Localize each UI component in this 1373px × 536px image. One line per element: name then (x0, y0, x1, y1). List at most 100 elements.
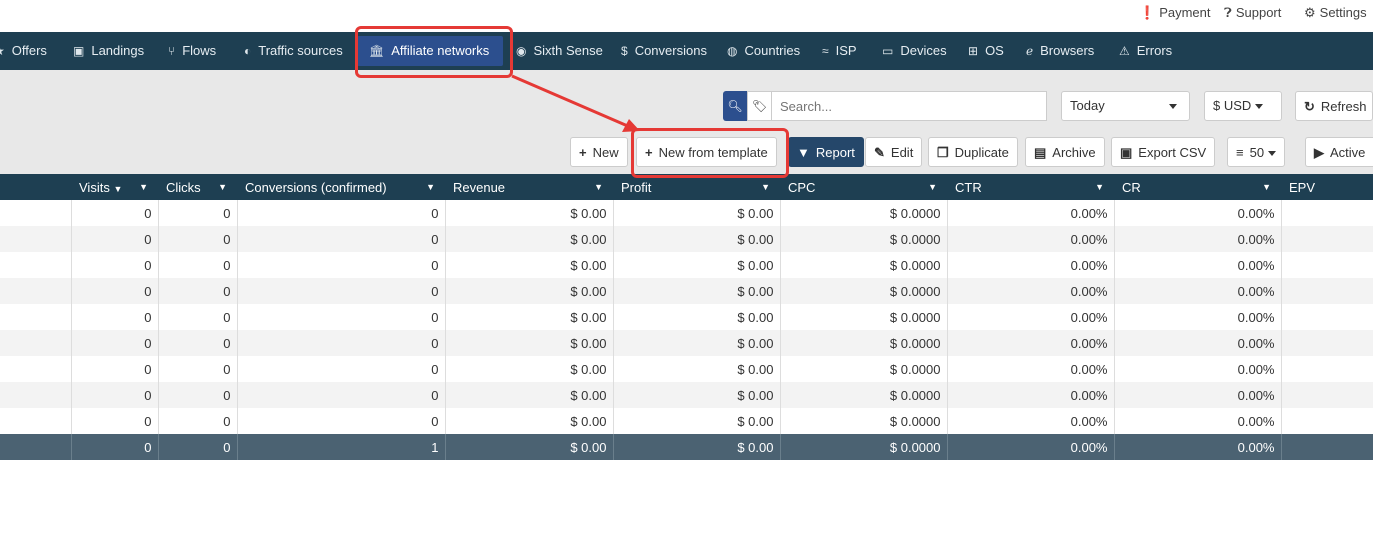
table-cell: $ 0.00 (613, 304, 781, 330)
col-header-ctr[interactable]: CTR ▼ (947, 174, 1114, 200)
table-cell: $ 0.00 (445, 304, 614, 330)
nav-errors[interactable]: ⚠︎ Errors (1119, 32, 1172, 70)
list-icon: ≡ (1236, 145, 1244, 160)
nav-traffic-sources-label: Traffic sources (258, 43, 343, 58)
filter-icon[interactable]: ▼ (218, 182, 227, 192)
table-cell: 0 (71, 356, 159, 382)
col-header-clicks[interactable]: Clicks ▼ (158, 174, 237, 200)
table-row[interactable]: 0 0 0 $ 0.00 $ 0.00 $ 0.0000 0.00% 0.00% (0, 382, 1373, 408)
table-cell: 0.00% (1114, 252, 1282, 278)
filter-icon[interactable]: ▼ (761, 182, 770, 192)
table-cell: 0 (158, 200, 238, 226)
table-cell: $ 0.00 (445, 408, 614, 434)
duplicate-button[interactable]: ❐ Duplicate (928, 137, 1018, 167)
archive-button[interactable]: ▤ Archive (1025, 137, 1105, 167)
table-cell: $ 0.0000 (780, 304, 948, 330)
new-button[interactable]: + New (570, 137, 628, 167)
table-cell: 0.00% (947, 408, 1115, 434)
search-button[interactable]: 🔍︎ (723, 91, 747, 121)
settings-link[interactable]: ⚙ Settings (1304, 5, 1367, 21)
nav-traffic-sources[interactable]: ◐ Traffic sources (244, 32, 343, 70)
table-cell: 0.00% (1114, 226, 1282, 252)
highlight-affiliate-networks (355, 26, 513, 78)
table-cell: 0 (71, 434, 159, 460)
edit-label: Edit (890, 145, 914, 160)
table-cell: 0.00% (947, 200, 1115, 226)
cell-name (0, 226, 72, 252)
nav-countries[interactable]: ◍ Countries (727, 32, 800, 70)
payment-link[interactable]: ❗ Payment (1139, 5, 1211, 21)
header-label: CPC (788, 179, 816, 195)
filter-icon[interactable]: ▼ (928, 182, 937, 192)
col-name-header[interactable] (0, 174, 71, 200)
nav-landings[interactable]: ▣ Landings (73, 32, 144, 70)
alert-icon: ❗ (1139, 5, 1156, 20)
report-button[interactable]: ▼ Report (788, 137, 864, 167)
table-cell: 0.00% (1114, 382, 1282, 408)
table-cell: $ 0.0000 (780, 382, 948, 408)
table-cell: 0.00% (947, 356, 1115, 382)
table-row[interactable]: 0 0 0 $ 0.00 $ 0.00 $ 0.0000 0.00% 0.00% (0, 252, 1373, 278)
export-csv-button[interactable]: ▣ Export CSV (1111, 137, 1216, 167)
header-label: Profit (621, 179, 652, 195)
table-row[interactable]: 0 0 0 $ 0.00 $ 0.00 $ 0.0000 0.00% 0.00% (0, 200, 1373, 226)
currency-select[interactable]: $ USD (1204, 91, 1282, 121)
edit-button[interactable]: ✎ Edit (865, 137, 923, 167)
windows-icon: ⊞ (968, 44, 979, 58)
nav-errors-label: Errors (1136, 43, 1173, 58)
nav-conversions[interactable]: $ Conversions (621, 32, 707, 70)
warning-icon: ⚠︎ (1119, 44, 1130, 58)
table-row[interactable]: 0 0 0 $ 0.00 $ 0.00 $ 0.0000 0.00% 0.00% (0, 330, 1373, 356)
table-row[interactable]: 0 0 0 $ 0.00 $ 0.00 $ 0.0000 0.00% 0.00% (0, 408, 1373, 434)
header-label: Conversions (confirmed) (245, 179, 387, 195)
table-row[interactable]: 0 0 0 $ 0.00 $ 0.00 $ 0.0000 0.00% 0.00% (0, 278, 1373, 304)
filter-icon[interactable]: ▼ (426, 182, 435, 192)
search-input[interactable] (771, 91, 1047, 121)
table-cell: $ 0.00 (613, 434, 781, 460)
nav-browsers-label: Browsers (1040, 43, 1095, 58)
col-header-epv[interactable]: EPV (1281, 174, 1373, 200)
col-header-visits[interactable]: Visits ▼ ▼ (71, 174, 158, 200)
main-nav: ★ Offers ▣ Landings ⑂ Flows ◐ Traffic source… (0, 32, 1373, 70)
page-size-select[interactable]: ≡ 50 (1227, 137, 1285, 167)
col-header-cr[interactable]: CR ▼ (1114, 174, 1281, 200)
table-cell: $ 0.00 (445, 252, 614, 278)
table-row[interactable]: 0 0 0 $ 0.00 $ 0.00 $ 0.0000 0.00% 0.00% (0, 226, 1373, 252)
table-cell: 0 (237, 408, 446, 434)
stats-table: Visits ▼ ▼ Clicks ▼ Conversions (confirmed… (0, 174, 1373, 460)
highlight-new-from-template (631, 128, 789, 178)
status-filter-button[interactable]: ▶ Active (1305, 137, 1373, 167)
table-cell: $ 0.00 (613, 278, 781, 304)
table-cell: $ 0.0000 (780, 278, 948, 304)
tag-filter-button[interactable]: 🏷︎ (747, 91, 771, 121)
table-cell: $ 0.00 (613, 252, 781, 278)
nav-browsers[interactable]: ℯ Browsers (1026, 32, 1094, 70)
cell-name (0, 434, 72, 460)
refresh-button[interactable]: ↻ Refresh (1295, 91, 1373, 121)
table-cell: 0 (237, 252, 446, 278)
table-cell: $ 0.0000 (780, 252, 948, 278)
nav-sixth-sense[interactable]: ◉ Sixth Sense (516, 32, 603, 70)
filter-icon[interactable]: ▼ (594, 182, 603, 192)
table-cell: $ 0.00 (613, 382, 781, 408)
nav-sixth-sense-label: Sixth Sense (533, 43, 603, 58)
table-cell: 0.00% (947, 382, 1115, 408)
nav-os[interactable]: ⊞ OS (968, 32, 1004, 70)
table-row[interactable]: 0 0 0 $ 0.00 $ 0.00 $ 0.0000 0.00% 0.00% (0, 356, 1373, 382)
filter-icon[interactable]: ▼ (1262, 182, 1271, 192)
col-header-cpc[interactable]: CPC ▼ (780, 174, 947, 200)
nav-isp[interactable]: ≈ ISP (822, 32, 857, 70)
nav-devices[interactable]: ▭ Devices (882, 32, 947, 70)
header-label: Clicks (166, 179, 201, 195)
date-range-select[interactable]: Today (1061, 91, 1190, 121)
support-link[interactable]: ❓︎ Support (1224, 5, 1281, 21)
filter-icon[interactable]: ▼ (1095, 182, 1104, 192)
filter-icon[interactable]: ▼ (139, 182, 148, 192)
plus-icon: + (579, 145, 587, 160)
table-row[interactable]: 0 0 0 $ 0.00 $ 0.00 $ 0.0000 0.00% 0.00% (0, 304, 1373, 330)
table-cell: 0 (158, 408, 238, 434)
col-header-conversions[interactable]: Conversions (confirmed) ▼ (237, 174, 445, 200)
col-header-revenue[interactable]: Revenue ▼ (445, 174, 613, 200)
nav-offers[interactable]: ★ Offers (0, 32, 47, 70)
nav-flows[interactable]: ⑂ Flows (168, 32, 216, 70)
